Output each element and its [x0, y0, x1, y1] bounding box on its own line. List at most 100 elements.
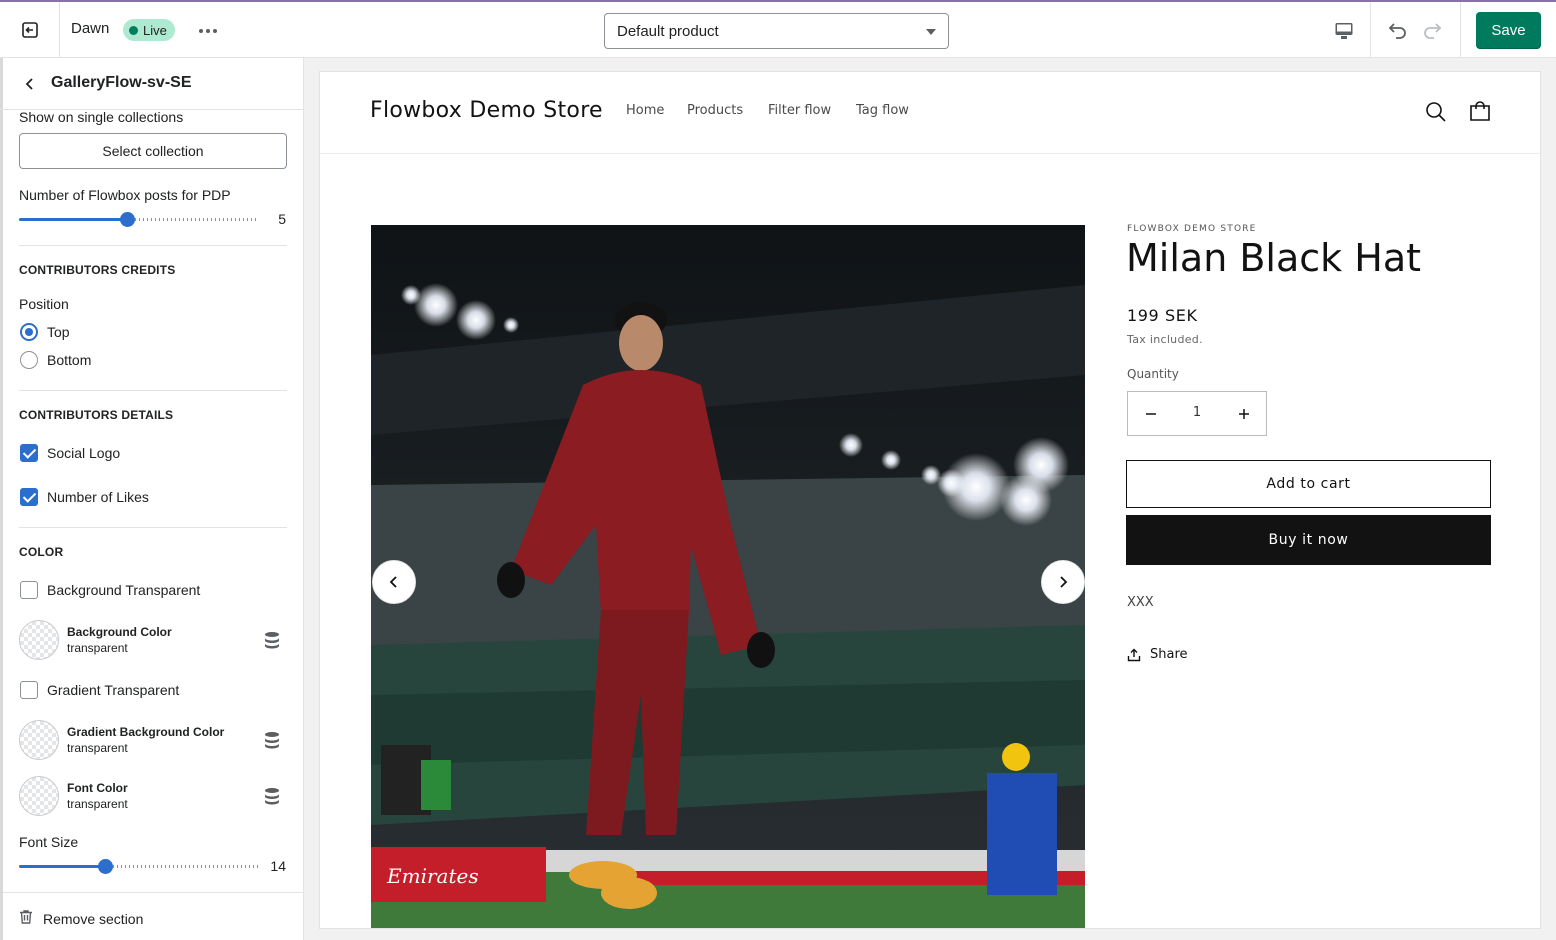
dynamic-source-icon[interactable] — [262, 630, 282, 650]
increase-quantity-button[interactable] — [1221, 392, 1266, 435]
gradient-bg-color-value: transparent — [67, 741, 128, 755]
undo-icon — [1388, 23, 1406, 39]
font-size-slider-track — [105, 865, 259, 868]
nav-home[interactable]: Home — [626, 103, 664, 118]
posts-slider[interactable] — [19, 209, 259, 229]
posts-slider-track — [127, 218, 259, 221]
number-of-likes-label: Number of Likes — [47, 489, 149, 505]
share-label: Share — [1150, 647, 1188, 662]
search-icon[interactable] — [1424, 100, 1448, 124]
quantity-input[interactable]: 1 — [1173, 405, 1221, 420]
trash-icon — [20, 910, 32, 924]
product-price: 199 SEK — [1127, 306, 1198, 325]
plus-icon — [1238, 408, 1249, 419]
exit-icon — [21, 22, 38, 38]
chevron-left-icon — [389, 576, 397, 588]
back-button[interactable] — [18, 72, 42, 96]
remove-section-button[interactable]: Remove section — [43, 911, 143, 927]
posts-value: 5 — [278, 211, 286, 227]
font-size-slider-thumb[interactable] — [98, 859, 114, 874]
buy-now-button[interactable]: Buy it now — [1126, 515, 1491, 565]
divider — [19, 245, 287, 246]
chevron-right-icon — [1060, 576, 1068, 588]
bg-transparent-label: Background Transparent — [47, 582, 201, 598]
share-icon — [1127, 648, 1141, 661]
font-size-value: 14 — [270, 858, 286, 874]
nav-products[interactable]: Products — [687, 103, 743, 118]
posts-slider-fill — [19, 218, 127, 221]
gradient-bg-color-name: Gradient Background Color — [67, 725, 225, 739]
live-badge-label: Live — [143, 22, 167, 38]
bg-color-name: Background Color — [67, 625, 172, 639]
panel-title: GalleryFlow-sv-SE — [51, 74, 192, 91]
nav-filter-flow[interactable]: Filter flow — [768, 103, 831, 118]
divider — [19, 390, 287, 391]
chevron-left-icon — [25, 78, 33, 90]
desktop-icon — [1335, 23, 1353, 39]
product-vendor: FLOWBOX DEMO STORE — [1127, 224, 1257, 234]
font-color-value: transparent — [67, 797, 128, 811]
add-to-cart-button[interactable]: Add to cart — [1126, 460, 1491, 508]
quantity-stepper: 1 — [1127, 391, 1267, 436]
quantity-label: Quantity — [1127, 367, 1179, 381]
product-photo-illustration: Emirates — [371, 225, 1085, 928]
font-color-swatch[interactable] — [19, 776, 59, 816]
bg-transparent-checkbox[interactable] — [20, 581, 38, 599]
select-collection-button[interactable]: Select collection — [19, 133, 287, 169]
position-top-radio[interactable] — [20, 323, 38, 341]
bg-color-value: transparent — [67, 641, 128, 655]
social-logo-checkbox[interactable] — [20, 444, 38, 462]
more-actions-button[interactable] — [196, 19, 220, 43]
position-label: Position — [19, 296, 69, 312]
panel-footer: Remove section — [3, 892, 303, 940]
header-divider — [320, 153, 1540, 154]
tax-note: Tax included. — [1127, 333, 1203, 346]
decrease-quantity-button[interactable] — [1128, 392, 1173, 435]
panel-edge — [0, 58, 3, 940]
prev-image-button[interactable] — [372, 560, 416, 604]
font-size-label: Font Size — [19, 834, 79, 850]
number-of-likes-checkbox[interactable] — [20, 488, 38, 506]
product-description: XXX — [1127, 595, 1154, 610]
position-top-label: Top — [47, 324, 70, 340]
position-bottom-label: Bottom — [47, 352, 92, 368]
panel-header: GalleryFlow-sv-SE — [0, 58, 303, 110]
position-bottom-radio[interactable] — [20, 351, 38, 369]
desktop-view-button[interactable] — [1330, 18, 1358, 44]
contributors-details-heading: CONTRIBUTORS DETAILS — [19, 408, 174, 422]
dynamic-source-icon[interactable] — [262, 786, 282, 806]
template-select[interactable]: Default product — [604, 13, 949, 49]
font-color-name: Font Color — [67, 781, 128, 795]
live-badge: Live — [123, 19, 175, 41]
divider — [19, 527, 287, 528]
undo-button[interactable] — [1384, 18, 1410, 44]
live-dot-icon — [129, 25, 138, 35]
gradient-transparent-checkbox[interactable] — [20, 681, 38, 699]
minus-icon — [1145, 412, 1156, 415]
editor-topbar: Dawn Live Default product Save — [0, 0, 1556, 58]
product-title: Milan Black Hat — [1126, 236, 1422, 280]
font-size-slider-fill — [19, 865, 106, 868]
store-name[interactable]: Flowbox Demo Store — [370, 98, 603, 123]
save-button[interactable]: Save — [1476, 12, 1541, 49]
nav-tag-flow[interactable]: Tag flow — [856, 103, 909, 118]
show-on-label: Show on single collections — [19, 109, 184, 125]
font-size-slider[interactable] — [19, 856, 259, 876]
contributors-credits-heading: CONTRIBUTORS CREDITS — [19, 263, 176, 277]
cart-icon[interactable] — [1468, 100, 1492, 124]
posts-label: Number of Flowbox posts for PDP — [19, 187, 231, 203]
product-image: Emirates — [371, 225, 1085, 928]
redo-button[interactable] — [1420, 18, 1446, 44]
template-select-value: Default product — [617, 22, 719, 40]
next-image-button[interactable] — [1041, 560, 1085, 604]
share-button[interactable]: Share — [1127, 647, 1188, 662]
bg-color-swatch[interactable] — [19, 620, 59, 660]
posts-slider-thumb[interactable] — [120, 212, 135, 227]
redo-icon — [1424, 23, 1442, 39]
store-preview: Flowbox Demo Store Home Products Filter … — [319, 71, 1541, 929]
exit-button[interactable] — [0, 2, 60, 58]
gradient-bg-color-swatch[interactable] — [19, 720, 59, 760]
dynamic-source-icon[interactable] — [262, 730, 282, 750]
social-logo-label: Social Logo — [47, 445, 121, 461]
dots-icon — [199, 29, 203, 33]
